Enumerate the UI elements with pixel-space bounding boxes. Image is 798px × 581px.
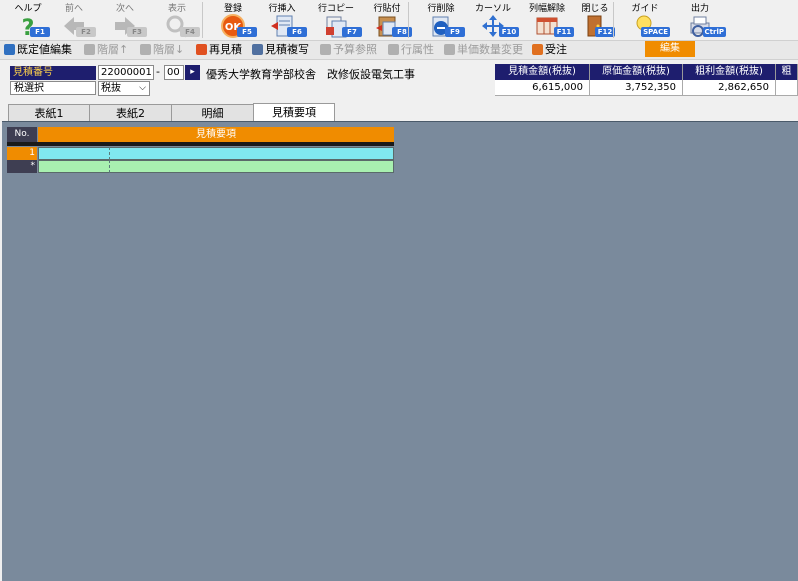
toolbar-button-f2[interactable]: 前へ F2 (52, 0, 96, 40)
command-label: 行属性 (401, 43, 434, 56)
branch-no-field[interactable]: 00 (164, 65, 184, 80)
estimate-no-dash: - (156, 65, 160, 78)
function-key-badge: F11 (554, 27, 574, 37)
summary-header: 粗 (776, 64, 798, 80)
function-key-badge: F6 (287, 27, 307, 37)
toolbar-button-f1[interactable]: ヘルプ? F1 (6, 0, 50, 41)
function-key-badge: F2 (76, 27, 96, 37)
summary-value: 3,752,350 (590, 80, 683, 96)
command-5[interactable]: 見積複写 (252, 42, 309, 58)
tax-label: 税選択 (10, 81, 96, 95)
toolbar-button-ctrlp[interactable]: 出力 CtrlP (674, 0, 726, 40)
grid-header-divider (7, 142, 394, 146)
function-key-badge: F10 (499, 27, 519, 37)
command-label: 再見積 (209, 43, 242, 56)
command-label: 階層↑ (97, 43, 129, 56)
function-key-badge: F9 (445, 27, 465, 37)
tab-4[interactable]: 見積要項 (253, 103, 335, 122)
toolbar-button-f6[interactable]: 行挿入 F6 (257, 0, 307, 40)
command-label: 既定値編集 (17, 43, 72, 56)
grid-new-row[interactable] (38, 160, 394, 173)
command-9[interactable]: 受注 (532, 42, 567, 58)
grid-header-no: No. (7, 127, 37, 142)
toolbar-separator (202, 2, 203, 38)
column-divider (109, 160, 110, 173)
command-label: 受注 (545, 43, 567, 56)
command-label: 単価数量変更 (457, 43, 523, 56)
row-number[interactable]: * (7, 160, 37, 173)
row-number[interactable]: 1 (7, 147, 37, 160)
tab-1[interactable]: 表紙1 (8, 104, 90, 121)
toolbar-button-f12[interactable]: 閉じる F12 (575, 0, 615, 40)
command-8[interactable]: 単価数量変更 (444, 42, 523, 58)
project-name: 優秀大学教育学部校舎 改修仮設電気工事 (206, 68, 415, 81)
summary-value: 6,615,000 (495, 80, 590, 96)
toolbar-button-f9[interactable]: 行削除 F9 (417, 0, 465, 40)
command-4[interactable]: 再見積 (196, 42, 242, 58)
tab-3[interactable]: 明細 (171, 104, 254, 121)
tax-select[interactable]: 税抜 ⌵ (98, 81, 150, 96)
command-icon (140, 44, 151, 55)
tax-select-value: 税抜 (101, 83, 121, 94)
command-3[interactable]: 階層↓ (140, 42, 184, 58)
edit-mode-button[interactable]: 編集 (645, 41, 695, 57)
command-icon (84, 44, 95, 55)
toolbar-button-space[interactable]: ガイド SPACE (620, 0, 670, 40)
function-key-badge: F3 (127, 27, 147, 37)
toolbar-button-f8[interactable]: 行貼付 F8 (362, 0, 412, 40)
command-label: 予算参照 (333, 43, 377, 56)
command-icon (532, 44, 543, 55)
toolbar-button-f10[interactable]: カーソル F10 (467, 0, 519, 40)
chevron-down-icon: ⌵ (139, 83, 146, 93)
function-key-badge: CtrlP (702, 27, 726, 37)
function-key-badge: F1 (30, 27, 50, 37)
estimate-no-label[interactable]: 見積番号 (10, 66, 96, 80)
function-key-badge: F4 (180, 27, 200, 37)
toolbar-button-f7[interactable]: 行コピー F7 (310, 0, 362, 40)
function-key-badge: F12 (595, 27, 615, 37)
command-7[interactable]: 行属性 (388, 42, 434, 58)
command-icon (196, 44, 207, 55)
function-key-badge: F5 (237, 27, 257, 37)
summary-value (776, 80, 798, 96)
toolbar-button-f4[interactable]: 表示 F4 (154, 0, 200, 40)
summary-header: 粗利金額(税抜) (683, 64, 776, 80)
summary-header: 見積金額(税抜) (495, 64, 590, 80)
function-key-badge: F8 (392, 27, 412, 37)
grid-header-title: 見積要項 (38, 127, 394, 142)
command-1[interactable]: 既定値編集 (4, 42, 72, 58)
command-label: 階層↓ (153, 43, 185, 56)
toolbar-button-f5[interactable]: 登録 OK F5 (209, 0, 257, 40)
estimate-no-field[interactable]: 22000001 (98, 65, 154, 80)
summary-value: 2,862,650 (683, 80, 776, 96)
tab-2[interactable]: 表紙2 (89, 104, 172, 121)
command-2[interactable]: 階層↑ (84, 42, 128, 58)
command-icon (444, 44, 455, 55)
command-icon (252, 44, 263, 55)
column-divider (109, 147, 110, 160)
toolbar-button-f11[interactable]: 列幅解除 F11 (520, 0, 574, 40)
command-6[interactable]: 予算参照 (320, 42, 377, 58)
branch-select-icon[interactable]: ▸ (185, 65, 200, 80)
grid-row[interactable] (38, 147, 394, 160)
command-label: 見積複写 (265, 43, 309, 56)
toolbar-separator (613, 2, 614, 38)
command-icon (320, 44, 331, 55)
toolbar-separator (408, 2, 409, 38)
function-key-badge: SPACE (641, 27, 670, 37)
toolbar-button-f3[interactable]: 次へ F3 (103, 0, 147, 40)
command-icon (388, 44, 399, 55)
grid-workarea (2, 121, 798, 581)
command-icon (4, 44, 15, 55)
summary-header: 原価金額(税抜) (590, 64, 683, 80)
function-key-badge: F7 (342, 27, 362, 37)
